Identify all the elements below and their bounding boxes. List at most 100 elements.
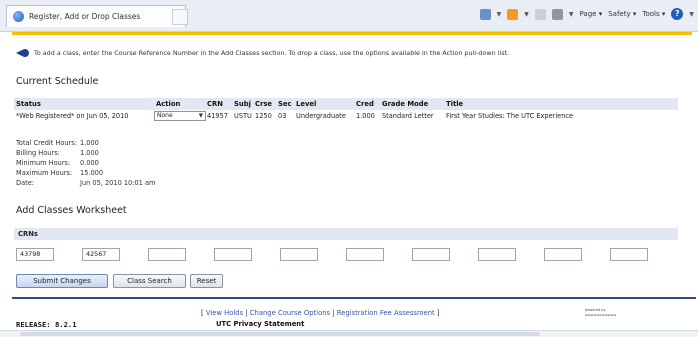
safety-menu[interactable]: Safety ▾ xyxy=(608,10,636,18)
header-crse: Crse xyxy=(255,100,272,108)
crn-input-7[interactable] xyxy=(412,248,450,261)
bracket-open: [ xyxy=(201,309,204,317)
home-icon[interactable] xyxy=(479,8,491,20)
crn-input-8[interactable] xyxy=(478,248,516,261)
crn-input-10[interactable] xyxy=(610,248,648,261)
powered-by-logo: powered by ▬▬▬▬▬▬▬▬▬▬▬ xyxy=(585,308,616,317)
summary-value: 15.000 xyxy=(80,169,104,177)
crn-input-9[interactable] xyxy=(544,248,582,261)
row-title: First Year Studies: The UTC Experience xyxy=(446,112,574,120)
footer-divider xyxy=(12,297,696,299)
chevron-down-icon: ▼ xyxy=(198,113,203,119)
privacy-statement-link[interactable]: UTC Privacy Statement xyxy=(216,320,304,328)
summary-label: Total Credit Hours: xyxy=(16,139,77,147)
row-subj: USTU xyxy=(234,112,252,120)
current-schedule-title: Current Schedule xyxy=(16,76,99,87)
release-version: RELEASE: 8.2.1 xyxy=(16,320,77,329)
summary-value: 1.000 xyxy=(80,149,99,157)
chevron-down-icon[interactable]: ▼ xyxy=(569,11,574,18)
add-classes-title: Add Classes Worksheet xyxy=(16,205,127,216)
summary-row: Maximum Hours: 15.000 xyxy=(16,169,155,179)
top-divider xyxy=(12,32,692,35)
tools-menu[interactable]: Tools ▾ xyxy=(642,10,665,18)
header-cred: Cred xyxy=(356,100,374,108)
crn-inputs: 43798 42567 xyxy=(16,248,678,266)
view-holds-link[interactable]: View Holds xyxy=(206,309,243,317)
row-crn: 41957 xyxy=(207,112,228,120)
page-menu-label: Page xyxy=(579,10,597,18)
row-crse: 1250 xyxy=(255,112,272,120)
chevron-down-icon[interactable]: ▼ xyxy=(524,11,529,18)
command-bar: ▼ ▼ ▼ Page ▾ Safety ▾ Tools ▾ ? ▼ xyxy=(479,8,694,20)
summary-value: Jun 05, 2010 10:01 am xyxy=(80,179,156,187)
header-grade-mode: Grade Mode xyxy=(382,100,429,108)
summary-value: 1.000 xyxy=(80,139,99,147)
new-tab-button[interactable] xyxy=(172,9,188,25)
row-level: Undergraduate xyxy=(296,112,346,120)
link-separator: | xyxy=(332,309,335,317)
crn-input-2[interactable]: 42567 xyxy=(82,248,120,261)
powered-by-text: powered by xyxy=(585,308,606,312)
header-crn: CRN xyxy=(207,100,223,108)
crn-input-3[interactable] xyxy=(148,248,186,261)
summary-row: Date: Jun 05, 2010 10:01 am xyxy=(16,179,155,189)
row-cred: 1.000 xyxy=(356,112,375,120)
action-select[interactable]: None ▼ xyxy=(154,111,206,121)
footer-links: [ View Holds | Change Course Options | R… xyxy=(201,309,440,317)
crn-input-5[interactable] xyxy=(280,248,318,261)
change-course-options-link[interactable]: Change Course Options xyxy=(250,309,330,317)
print-icon[interactable] xyxy=(551,8,563,20)
header-action: Action xyxy=(156,100,181,108)
crn-header: CRNs xyxy=(14,228,678,240)
action-select-value: None xyxy=(157,112,173,119)
header-sec: Sec xyxy=(278,100,292,108)
crn-input-6[interactable] xyxy=(346,248,384,261)
page-content: To add a class, enter the Course Referen… xyxy=(0,32,698,337)
hours-summary: Total Credit Hours: 1.000 Billing Hours: 1… xyxy=(16,139,155,189)
schedule-table: Status Action CRN Subj Crse Sec Level Cr… xyxy=(14,98,678,122)
info-icon xyxy=(16,49,29,57)
header-status: Status xyxy=(16,100,41,108)
summary-label: Maximum Hours: xyxy=(16,169,73,177)
registration-fee-link[interactable]: Registration Fee Assessment xyxy=(337,309,435,317)
favicon-icon xyxy=(13,11,24,22)
page-menu[interactable]: Page ▾ xyxy=(580,10,603,18)
row-sec: 03 xyxy=(278,112,287,120)
submit-changes-button[interactable]: Submit Changes xyxy=(16,274,108,288)
schedule-header-row: Status Action CRN Subj Crse Sec Level Cr… xyxy=(14,98,678,110)
help-icon[interactable]: ? xyxy=(671,8,684,20)
chevron-down-icon[interactable]: ▼ xyxy=(497,11,502,18)
vendor-logo-icon: ▬▬▬▬▬▬▬▬▬▬▬ xyxy=(585,313,617,317)
read-mail-icon[interactable] xyxy=(534,8,546,20)
summary-row: Total Credit Hours: 1.000 xyxy=(16,139,155,149)
link-separator: | xyxy=(245,309,248,317)
row-grade-mode: Standard Letter xyxy=(382,112,434,120)
row-status: *Web Registered* on Jun 05, 2010 xyxy=(16,112,129,120)
browser-chrome: Register, Add or Drop Classes ▼ ▼ ▼ Page… xyxy=(0,0,698,32)
summary-label: Billing Hours: xyxy=(16,149,60,157)
crn-input-1[interactable]: 43798 xyxy=(16,248,54,261)
info-text: To add a class, enter the Course Referen… xyxy=(34,49,510,57)
table-row: *Web Registered* on Jun 05, 2010 None ▼ … xyxy=(14,110,678,122)
bracket-close: ] xyxy=(436,309,440,317)
header-level: Level xyxy=(296,100,317,108)
crn-input-4[interactable] xyxy=(214,248,252,261)
browser-tab[interactable]: Register, Add or Drop Classes xyxy=(6,5,186,27)
feeds-icon[interactable] xyxy=(507,8,519,20)
header-subj: Subj xyxy=(234,100,251,108)
horizontal-scrollbar[interactable] xyxy=(0,330,698,337)
chevron-down-icon[interactable]: ▼ xyxy=(689,11,694,18)
header-title: Title xyxy=(446,100,464,108)
reset-button[interactable]: Reset xyxy=(190,274,223,288)
scrollbar-thumb[interactable] xyxy=(20,332,540,336)
info-message: To add a class, enter the Course Referen… xyxy=(16,49,509,57)
class-search-button[interactable]: Class Search xyxy=(113,274,186,288)
summary-row: Minimum Hours: 0.000 xyxy=(16,159,155,169)
summary-row: Billing Hours: 1.000 xyxy=(16,149,155,159)
summary-value: 0.000 xyxy=(80,159,99,167)
tab-title: Register, Add or Drop Classes xyxy=(29,12,141,21)
tools-menu-label: Tools xyxy=(642,10,660,18)
summary-label: Minimum Hours: xyxy=(16,159,71,167)
summary-label: Date: xyxy=(16,179,34,187)
safety-menu-label: Safety xyxy=(608,10,631,18)
